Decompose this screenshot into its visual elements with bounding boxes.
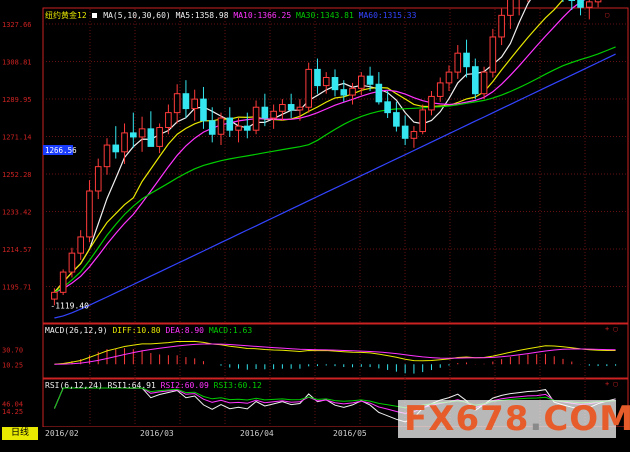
candle-up bbox=[138, 128, 146, 138]
candle-up bbox=[94, 166, 102, 192]
candle-down bbox=[331, 77, 339, 91]
y-tick-label: 1308.81 bbox=[2, 59, 32, 67]
candle-down bbox=[375, 83, 383, 103]
candle-up bbox=[217, 117, 225, 135]
candle-up bbox=[322, 77, 330, 87]
candle-up bbox=[191, 98, 198, 110]
series-marker-icon bbox=[92, 13, 98, 18]
watermark-brand: FX678 bbox=[404, 399, 530, 439]
candle-down bbox=[384, 101, 391, 114]
candle-down bbox=[577, 0, 584, 8]
candle-up bbox=[419, 109, 426, 133]
candle-down bbox=[287, 104, 295, 111]
price-tag-label: 1266.56 bbox=[45, 146, 77, 155]
candle-down bbox=[147, 128, 155, 147]
candle-down bbox=[261, 106, 269, 119]
rsi-y-tick-label: 14.25 bbox=[2, 408, 23, 416]
candle-up bbox=[428, 95, 435, 111]
rsi1-value: RSI1:64.91 bbox=[107, 381, 156, 390]
low-price-label: -1119.40 bbox=[50, 301, 89, 310]
candle-down bbox=[244, 125, 251, 131]
candle-up bbox=[279, 104, 286, 112]
candle-down bbox=[340, 89, 348, 96]
candle-down bbox=[226, 117, 234, 131]
candle-up bbox=[165, 112, 172, 128]
candle-up bbox=[436, 82, 444, 97]
candle-down bbox=[130, 132, 137, 138]
macd-y-tick-label: 30.70 bbox=[2, 347, 23, 355]
candle-down bbox=[200, 98, 207, 122]
candle-down bbox=[208, 120, 216, 135]
candle-up bbox=[480, 71, 488, 95]
candle-up bbox=[235, 125, 242, 131]
rsi-name: RSI(6,12,24) bbox=[45, 381, 103, 390]
macd-y-tick-label: 10.25 bbox=[2, 361, 23, 369]
y-tick-label: 1271.14 bbox=[2, 134, 32, 142]
watermark-logo: FX678.COM bbox=[404, 399, 630, 439]
rsi3-value: RSI3:60.12 bbox=[213, 381, 262, 390]
watermark-suffix: COM bbox=[543, 399, 630, 439]
panel-corner-mark: + ▢ bbox=[605, 325, 618, 333]
candle-down bbox=[472, 66, 479, 95]
macd-header: MACD(26,12,9) DIFF:10.80 DEA:8.90 MACD:1… bbox=[45, 326, 252, 335]
y-tick-label: 1289.95 bbox=[2, 96, 32, 104]
candle-up bbox=[68, 252, 76, 273]
candle-down bbox=[314, 68, 321, 87]
y-tick-label: 1233.42 bbox=[2, 209, 32, 217]
ma5-value: MA5:1358.98 bbox=[175, 11, 229, 20]
candle-up bbox=[507, 0, 514, 16]
candle-up bbox=[594, 0, 602, 3]
ma60-value: MA60:1315.33 bbox=[358, 11, 417, 20]
candle-down bbox=[366, 75, 374, 85]
candle-up bbox=[51, 291, 58, 300]
candle-up bbox=[59, 271, 67, 293]
candle-down bbox=[182, 93, 190, 110]
instrument-title: 纽约黄金12 bbox=[45, 11, 87, 20]
ma10-value: MA10:1366.25 bbox=[233, 11, 292, 20]
y-tick-label: 1214.57 bbox=[2, 246, 32, 254]
macd-macd: MACD:1.63 bbox=[208, 326, 253, 335]
ma-params: MA(5,10,30,60) bbox=[103, 11, 171, 20]
macd-dea: DEA:8.90 bbox=[165, 326, 204, 335]
candle-up bbox=[489, 36, 497, 73]
candle-up bbox=[445, 71, 453, 84]
candle-up bbox=[296, 106, 304, 111]
candle-up bbox=[103, 144, 111, 168]
candle-down bbox=[112, 144, 120, 153]
candle-up bbox=[252, 106, 260, 131]
candle-up bbox=[498, 14, 505, 38]
candle-up bbox=[156, 126, 163, 147]
candle-down bbox=[463, 52, 470, 68]
candle-up bbox=[86, 190, 93, 238]
candle-up bbox=[349, 87, 356, 96]
candle-up bbox=[358, 75, 365, 89]
period-daily-button[interactable]: 日线 bbox=[2, 427, 38, 440]
candle-down bbox=[393, 112, 400, 127]
y-tick-label: 1252.28 bbox=[2, 171, 32, 179]
rsi-header: RSI(6,12,24) RSI1:64.91 RSI2:60.09 RSI3:… bbox=[45, 381, 262, 390]
macd-diff: DIFF:10.80 bbox=[112, 326, 161, 335]
y-tick-label: 1327.66 bbox=[2, 21, 32, 29]
candle-up bbox=[305, 68, 312, 108]
panel-corner-mark: + ▢ bbox=[605, 380, 618, 388]
macd-name: MACD(26,12,9) bbox=[45, 326, 108, 335]
ma30-value: MA30:1343.81 bbox=[296, 11, 354, 20]
x-tick-label: 2016/03 bbox=[140, 429, 174, 438]
candle-up bbox=[586, 1, 593, 8]
candle-up bbox=[77, 236, 84, 254]
candle-up bbox=[454, 52, 462, 73]
candle-up bbox=[270, 110, 277, 119]
candle-down bbox=[401, 125, 409, 139]
x-tick-label: 2016/05 bbox=[333, 429, 367, 438]
rsi2-value: RSI2:60.09 bbox=[160, 381, 209, 390]
x-tick-label: 2016/04 bbox=[240, 429, 274, 438]
candle-up bbox=[173, 93, 181, 114]
chart-header: 纽约黄金12 MA(5,10,30,60) MA5:1358.98 MA10:1… bbox=[45, 10, 416, 21]
y-tick-label: 1195.71 bbox=[2, 284, 32, 292]
candle-up bbox=[410, 131, 418, 139]
watermark-dot: . bbox=[529, 399, 544, 439]
candle-up bbox=[121, 132, 128, 153]
x-tick-label: 2016/02 bbox=[45, 429, 79, 438]
panel-corner-mark: ▢ bbox=[605, 11, 609, 19]
